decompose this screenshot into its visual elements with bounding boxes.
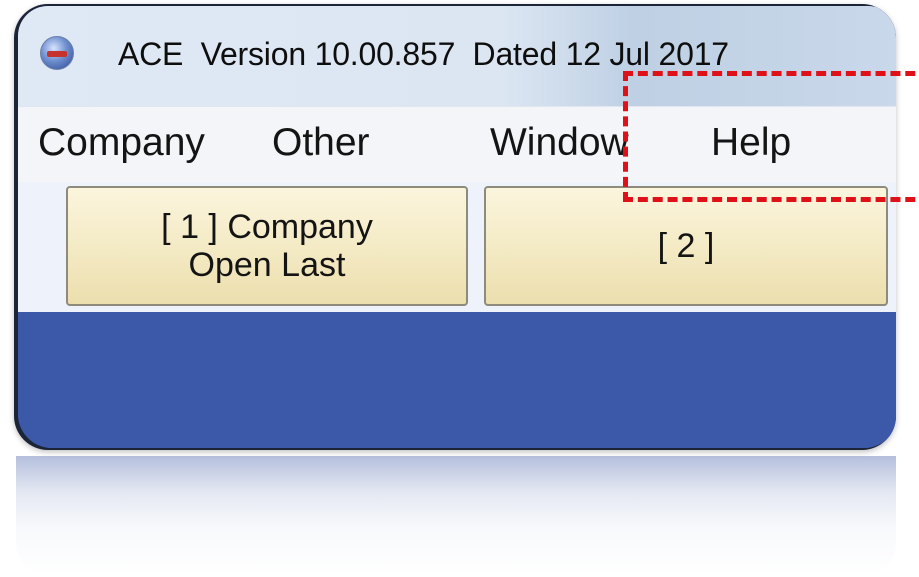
button-label-line2: Open Last <box>188 246 346 284</box>
app-icon[interactable] <box>40 36 74 70</box>
button-label-line1: [ 1 ] Company <box>161 208 373 246</box>
window-title: ACE Version 10.00.857 Dated 12 Jul 2017 <box>118 36 729 72</box>
screenshot-stage: ACE Version 10.00.857 Dated 12 Jul 2017 … <box>0 0 919 577</box>
menu-window[interactable]: Window <box>490 121 629 165</box>
button-label-line1: [ 2 ] <box>657 227 715 265</box>
highlight-callout-box <box>623 71 919 202</box>
company-open-last-button[interactable]: [ 1 ] Company Open Last <box>66 186 468 306</box>
shortcut-2-button[interactable]: [ 2 ] <box>484 186 888 306</box>
menu-other[interactable]: Other <box>272 121 370 165</box>
mdi-workspace <box>18 312 896 448</box>
window-reflection <box>16 456 896 577</box>
menu-company[interactable]: Company <box>38 121 205 165</box>
